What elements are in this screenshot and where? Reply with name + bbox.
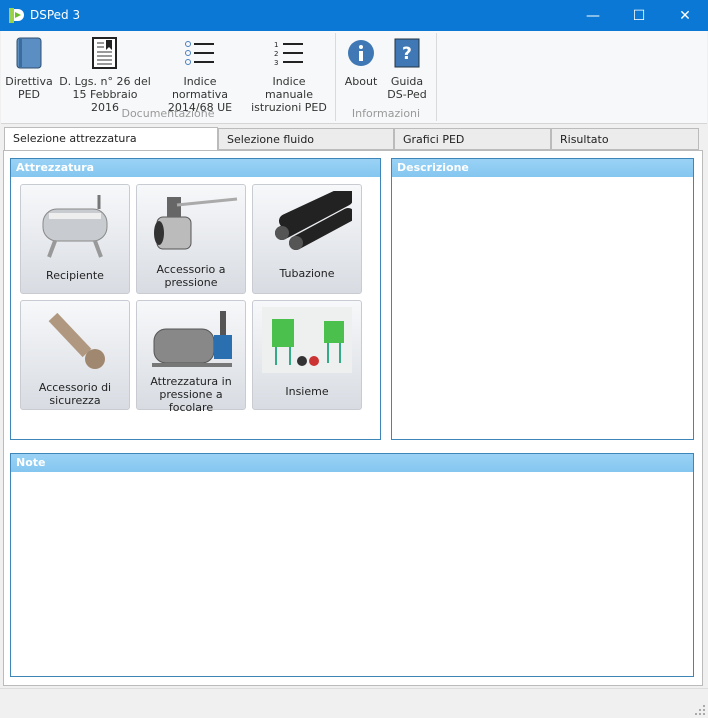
guida-button[interactable]: ? Guida DS-Ped [385,35,429,103]
indice-manuale-button[interactable]: 123 Indice manuale istruzioni PED [249,35,329,114]
boiler-image [152,311,232,367]
pipes-image [275,191,352,250]
direttiva-ped-button[interactable]: Direttiva PED [4,35,54,103]
title-bar: DSPed 3 — ☐ ✕ [0,0,708,31]
status-bar [0,688,708,718]
label: Direttiva [5,75,53,88]
vessel-image [42,195,108,258]
svg-text:3: 3 [274,59,278,66]
tab-risultato[interactable]: Risultato [551,128,699,150]
maximize-button[interactable]: ☐ [616,0,662,31]
label: Indice normativa [171,75,229,101]
resize-grip-icon[interactable] [695,705,705,715]
label: Accessorio a [156,263,226,276]
tab-grafici-ped[interactable]: Grafici PED [394,128,551,150]
app-logo-icon [9,8,24,23]
help-book-icon: ? [394,38,420,68]
label: sicurezza [49,394,101,407]
assembly-image [262,307,352,373]
close-button[interactable]: ✕ [662,0,708,31]
label: Tubazione [279,267,335,280]
label: Indice manuale [265,75,313,101]
minimize-button[interactable]: — [570,0,616,31]
window-title: DSPed 3 [30,8,81,22]
label: Recipiente [46,269,104,282]
safety-valve-image [48,312,105,369]
recipiente-button[interactable]: Recipiente [20,184,130,294]
group-separator [436,33,437,121]
panel-title: Note [11,454,693,472]
label: D. Lgs. n° 26 del [59,75,151,88]
svg-text:?: ? [402,44,412,64]
tubazione-button[interactable]: Tubazione [252,184,362,294]
accessorio-pressione-button[interactable]: Accessorio a pressione [136,184,246,294]
about-button[interactable]: About [341,35,381,103]
book-icon [16,37,42,69]
document-bookmark-icon [92,37,117,69]
svg-text:1: 1 [274,41,278,49]
ribbon: Direttiva PED D. Lgs. n° 26 del 15 Febbrai… [1,31,707,124]
svg-text:2: 2 [274,50,278,58]
panel-title: Attrezzatura [11,159,380,177]
label: Insieme [285,385,329,398]
label: pressione [164,276,218,289]
label: pressione a focolare [159,388,223,414]
tab-selezione-fluido[interactable]: Selezione fluido [218,128,394,150]
indice-normativa-button[interactable]: Indice normativa 2014/68 UE [156,35,244,114]
accessorio-sicurezza-button[interactable]: Accessorio di sicurezza [20,300,130,410]
valve-image [154,197,238,250]
numbered-list-icon: 123 [274,41,303,66]
label: Attrezzatura in [150,375,232,388]
label: PED [17,88,41,101]
label: About [344,75,378,88]
bullet-list-icon [185,41,214,65]
group-label-documentazione: Documentazione [121,107,215,120]
group-label-informazioni: Informazioni [351,107,421,120]
label: Accessorio di [38,381,112,394]
dlgs-button[interactable]: D. Lgs. n° 26 del 15 Febbraio 2016 [59,35,151,114]
insieme-button[interactable]: Insieme [252,300,362,410]
tab-selezione-attrezzatura[interactable]: Selezione attrezzatura [4,127,218,150]
info-icon [348,40,374,66]
note-panel[interactable]: Note [10,453,694,677]
label: Guida [390,75,424,88]
panel-title: Descrizione [392,159,693,177]
label: DS-Ped [387,88,427,101]
attrezzatura-focolare-button[interactable]: Attrezzatura in pressione a focolare [136,300,246,414]
descrizione-panel: Descrizione [391,158,694,440]
